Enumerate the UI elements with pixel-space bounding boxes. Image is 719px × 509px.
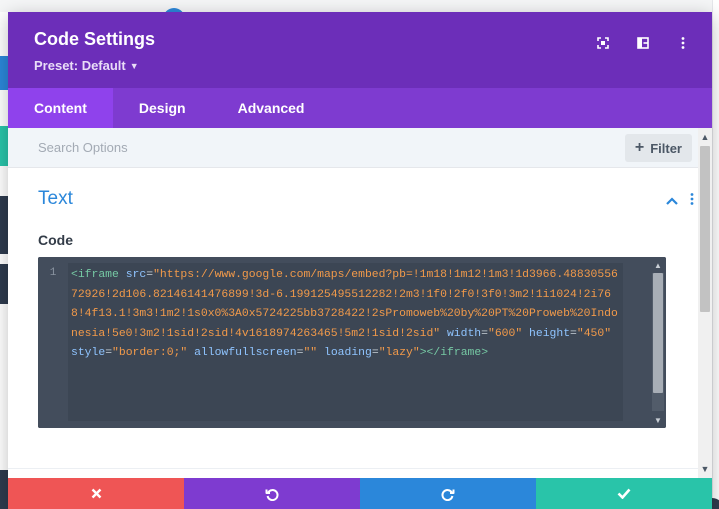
settings-body: + Filter Text Code 1 <iframe src="https:… [8, 128, 712, 478]
scroll-thumb[interactable] [700, 146, 710, 312]
more-vertical-icon[interactable] [672, 32, 694, 54]
modal-title: Code Settings [34, 29, 156, 49]
code-string-token: "" [303, 347, 318, 359]
section-more-icon[interactable] [690, 192, 694, 210]
save-button[interactable] [536, 478, 712, 509]
tab-design[interactable]: Design [113, 88, 212, 128]
redo-icon [441, 488, 455, 501]
redo-button[interactable] [360, 478, 536, 509]
chevron-up-icon[interactable] [666, 192, 678, 210]
code-string-token: "border:0;" [112, 347, 188, 359]
code-equals-token: = [105, 347, 113, 359]
modal-footer [8, 478, 712, 509]
code-settings-modal: Code Settings Preset: Default ▼ Content … [8, 12, 712, 509]
code-editor[interactable]: 1 <iframe src="https://www.google.com/ma… [38, 257, 666, 428]
code-tag-token: <iframe [71, 269, 119, 281]
undo-icon [265, 488, 279, 501]
modal-scrollbar[interactable]: ▲ ▼ [698, 128, 712, 478]
tab-bar: Content Design Advanced [8, 88, 712, 128]
background-topbar [0, 0, 719, 12]
section-title[interactable]: Text [38, 188, 73, 210]
discard-button[interactable] [8, 478, 184, 509]
caret-down-icon: ▼ [129, 60, 139, 71]
background-block [0, 126, 8, 166]
expand-icon[interactable] [592, 32, 614, 54]
code-attr-token: height [529, 327, 571, 340]
line-number: 1 [38, 257, 68, 428]
split-view-icon[interactable] [632, 32, 654, 54]
undo-button[interactable] [184, 478, 360, 509]
code-tag-token: > [419, 347, 427, 359]
scroll-up-icon[interactable]: ▲ [700, 131, 710, 143]
scroll-down-icon[interactable]: ▼ [653, 414, 663, 426]
tab-content[interactable]: Content [8, 88, 113, 128]
code-string-token: "lazy" [378, 347, 420, 359]
editor-scrollbar[interactable]: ▲ ▼ [650, 257, 666, 428]
code-equals-token: = [570, 327, 577, 340]
code-textarea[interactable]: <iframe src="https://www.google.com/maps… [68, 263, 623, 421]
check-icon [617, 488, 631, 499]
background-block [0, 56, 8, 90]
close-icon [91, 488, 101, 499]
plus-icon: + [634, 139, 645, 156]
filter-button[interactable]: + Filter [624, 134, 692, 162]
filter-label: Filter [650, 140, 682, 156]
tab-advanced[interactable]: Advanced [212, 88, 331, 128]
background-sidebar [712, 0, 719, 509]
code-tag-token: </iframe> [426, 347, 489, 359]
code-attr-token: style [71, 347, 106, 359]
text-settings-panel: Text Code 1 <iframe src="https://www.goo… [8, 168, 698, 478]
code-attr-token: loading [323, 347, 372, 359]
code-equals-token: = [481, 327, 488, 340]
background-block [0, 196, 8, 254]
code-field-label: Code [38, 232, 73, 248]
scroll-thumb[interactable] [653, 273, 663, 393]
search-row: + Filter [8, 128, 712, 168]
preset-label: Preset: Default [34, 58, 126, 73]
code-equals-token: = [371, 347, 379, 359]
scroll-down-icon[interactable]: ▼ [700, 463, 710, 475]
background-block [0, 470, 8, 509]
code-attr-token: src [125, 269, 147, 281]
divider [8, 468, 698, 469]
background-block [0, 264, 8, 304]
code-string-token: "450" [576, 327, 612, 340]
code-string-token: "600" [488, 327, 523, 340]
modal-header[interactable]: Code Settings Preset: Default ▼ [8, 12, 712, 88]
preset-selector[interactable]: Preset: Default ▼ [34, 58, 139, 73]
search-options-input[interactable] [38, 140, 338, 155]
code-attr-token: allowfullscreen [194, 347, 297, 359]
scroll-up-icon[interactable]: ▲ [653, 259, 663, 271]
code-attr-token: width [446, 327, 482, 340]
